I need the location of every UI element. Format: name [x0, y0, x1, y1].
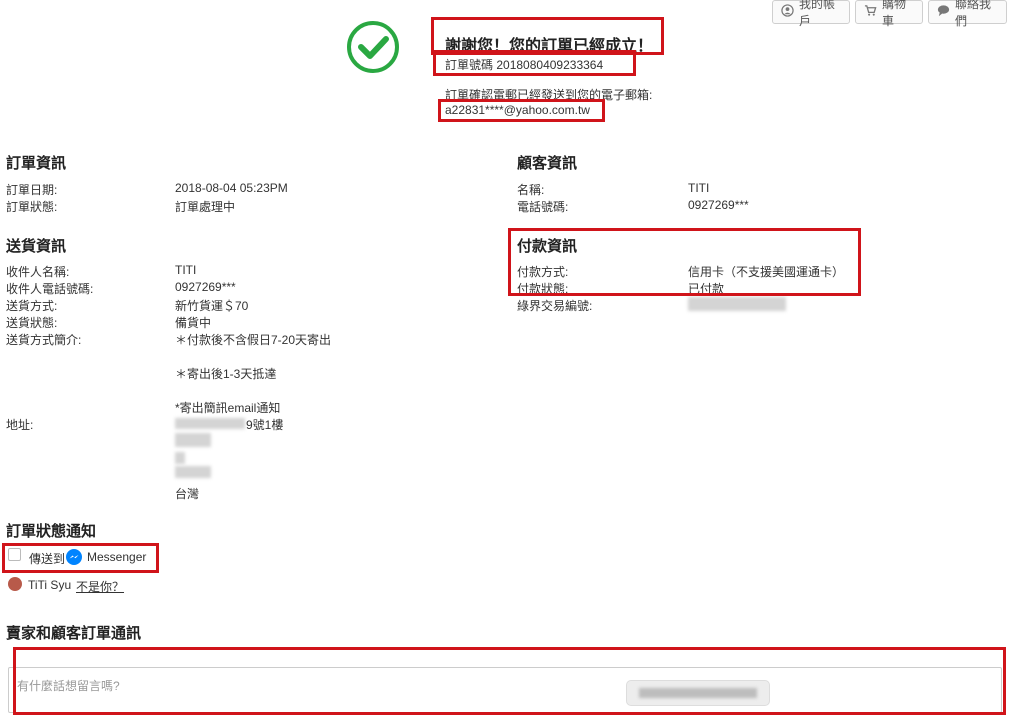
customer-name-label: 名稱:: [517, 183, 545, 197]
customer-phone-value: 0927269***: [688, 198, 749, 212]
address-partial: 9號1樓: [246, 418, 284, 432]
order-date-value: 2018-08-04 05:23PM: [175, 181, 288, 195]
transaction-id-label: 綠界交易編號:: [517, 299, 593, 313]
delivery-desc-label: 送貨方式簡介:: [6, 333, 82, 347]
customer-name-value: TITI: [688, 181, 710, 195]
recipient-name-label: 收件人名稱:: [6, 265, 70, 279]
delivery-method-value: 新竹貨運＄70: [175, 299, 249, 313]
order-status-value: 訂單處理中: [175, 200, 236, 214]
payment-status-label: 付款狀態:: [517, 282, 569, 296]
payment-status-value: 已付款: [688, 282, 725, 296]
recipient-phone-label: 收件人電話號碼:: [6, 282, 94, 296]
payment-method-value: 信用卡（不支援美國運通卡）: [688, 265, 845, 279]
message-textarea[interactable]: [8, 667, 1002, 713]
cart-label: 購物車: [882, 0, 907, 28]
order-number: 訂單號碼 2018080409233364: [445, 56, 603, 73]
cart-icon: [864, 4, 877, 20]
delivery-desc-line2: ＊寄出後1-3天抵達: [175, 367, 277, 381]
delivery-desc-line1: ＊付款後不含假日7-20天寄出: [175, 333, 332, 347]
delivery-info-heading: 送貨資訊: [6, 238, 67, 255]
avatar: [8, 577, 22, 591]
delivery-status-value: 備貨中: [175, 316, 212, 330]
email-note: 訂單確認電郵已經發送到您的電子郵箱:: [445, 88, 653, 102]
not-you-link[interactable]: 不是你？: [76, 578, 124, 595]
payment-method-label: 付款方式:: [517, 265, 569, 279]
redacted-transaction-id: [688, 297, 786, 311]
user-icon: [781, 4, 794, 20]
order-number-value: 2018080409233364: [496, 58, 604, 72]
success-check-icon: [346, 20, 400, 74]
email-address: a22831****@yahoo.com.tw: [445, 103, 590, 117]
redacted-tooltip: [626, 680, 770, 706]
messenger-checkbox[interactable]: [8, 548, 21, 561]
confirmation-title: 謝謝您！您的訂單已經成立！: [445, 38, 654, 55]
address-country: 台灣: [175, 487, 200, 501]
customer-info-heading: 顧客資訊: [517, 155, 578, 172]
my-account-button[interactable]: 我的帳戶: [772, 0, 850, 28]
delivery-status-label: 送貨狀態:: [6, 316, 58, 330]
send-to-label: 傳送到: [29, 552, 66, 566]
delivery-desc-line3: *寄出簡訊email通知: [175, 401, 281, 415]
redacted-address-line3: [175, 452, 185, 464]
order-status-label: 訂單狀態:: [6, 200, 58, 214]
contact-us-label: 聯絡我們: [955, 0, 992, 28]
order-info-heading: 訂單資訊: [6, 155, 67, 172]
order-number-label: 訂單號碼: [445, 58, 494, 72]
redacted-tooltip-text: [639, 688, 757, 698]
user-name: TiTi Syu: [28, 578, 72, 592]
chat-bubble-icon: [937, 4, 950, 20]
communication-heading: 賣家和顧客訂單通訊: [6, 625, 142, 642]
address-label: 地址:: [6, 418, 34, 432]
redacted-address-line4: [175, 466, 211, 478]
contact-us-button[interactable]: 聯絡我們: [928, 0, 1007, 28]
cart-button[interactable]: 購物車: [855, 0, 923, 28]
redacted-address-line2: [175, 433, 211, 447]
order-date-label: 訂單日期:: [6, 183, 58, 197]
redacted-address-line1: [175, 418, 245, 429]
customer-phone-label: 電話號碼:: [517, 200, 569, 214]
recipient-phone-value: 0927269***: [175, 280, 236, 294]
notification-heading: 訂單狀態通知: [6, 523, 97, 540]
messenger-icon: [66, 549, 82, 565]
recipient-name-value: TITI: [175, 263, 197, 277]
my-account-label: 我的帳戶: [799, 0, 836, 28]
messenger-label: Messenger: [87, 550, 147, 564]
payment-info-heading: 付款資訊: [517, 238, 578, 255]
delivery-method-label: 送貨方式:: [6, 299, 58, 313]
